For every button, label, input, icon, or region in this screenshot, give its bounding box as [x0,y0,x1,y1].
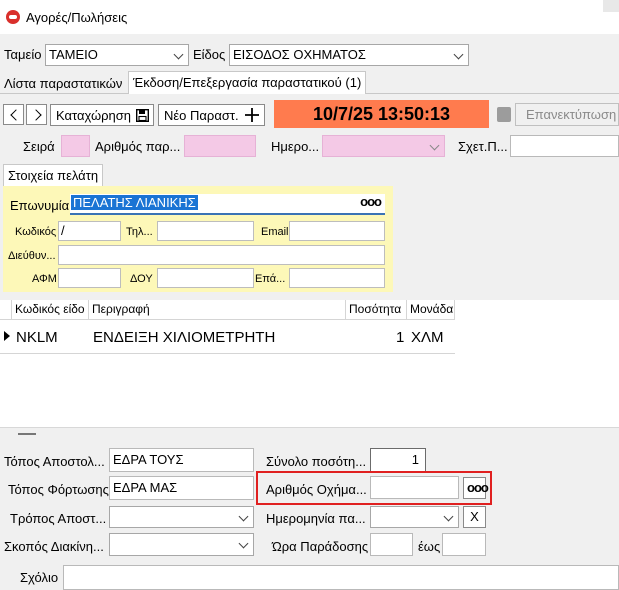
new-document-button[interactable]: Νέο Παραστ. [158,104,265,126]
print-icon [497,107,511,122]
topos-fortosis-label: Τόπος Φόρτωσης [8,482,109,497]
tilefono-label: Τηλ... [126,226,153,238]
save-icon [136,109,149,122]
skopos-label: Σκοπός Διακίνη... [4,539,104,554]
next-button[interactable] [26,104,47,125]
topos-apostolis-value: ΕΔΡΑ ΤΟΥΣ [113,452,184,467]
dieuthynsi-label: Διεύθυν... [8,250,56,262]
new-document-label: Νέο Παραστ. [164,108,239,123]
tameio-select[interactable]: ΤΑΜΕΙΟ [45,44,189,66]
chevron-down-icon [238,538,249,549]
topos-fortosis-value: ΕΔΡΑ ΜΑΣ [113,480,178,495]
arithmos-field[interactable] [184,135,256,157]
grid-header-unit[interactable]: Μονάδα [407,300,455,320]
sxetiko-label: Σχετ.Π... [458,139,508,154]
title-bar-strip [603,0,619,12]
eos-label: έως [418,539,441,554]
ora-apo-field[interactable] [370,533,413,556]
row-unit: ΧΛΜ [411,329,444,346]
seira-field[interactable] [61,135,90,157]
chevron-down-icon [429,140,440,151]
tilefono-field[interactable] [157,221,254,241]
seira-label: Σειρά [23,139,55,154]
kodikos-value: / [61,223,65,238]
imerominia-paradosis-label: Ημερομηνία πα... [266,511,366,526]
more-icon: ooo [467,480,489,495]
synolo-value: 1 [411,452,419,467]
kodikos-label: Κωδικός [15,226,57,238]
more-icon[interactable]: ooo [360,194,382,209]
table-row[interactable]: NKLM ΕΝΔΕΙΞΗ ΧΙΛΙΟΜΕΤΡΗΤΗ 1 ΧΛΜ [0,320,455,354]
arithmos-oximatos-lookup-button[interactable]: ooo [463,477,489,499]
tameio-value: ΤΑΜΕΙΟ [49,47,98,62]
previous-button[interactable] [3,104,24,125]
imerominia-picker[interactable] [322,135,445,157]
doy-field[interactable] [157,268,254,288]
synolo-field: 1 [370,448,426,472]
topos-apostolis-field[interactable]: ΕΔΡΑ ΤΟΥΣ [109,448,254,472]
afm-field[interactable] [58,268,121,288]
synolo-label: Σύνολο ποσότη... [266,454,367,469]
chevron-down-icon [443,511,454,522]
row-pointer-icon [4,331,10,341]
grid-header-code[interactable]: Κωδικός είδο [12,300,89,320]
epaggelma-label: Επά... [255,273,286,285]
clear-date-button[interactable]: X [463,506,486,528]
save-label: Καταχώρηση [56,108,131,123]
grid-header: Κωδικός είδο Περιγραφή Ποσότητα Μονάδα [0,300,455,320]
doy-label: ΔΟΥ [130,273,153,285]
grid-header-description[interactable]: Περιγραφή [89,300,346,320]
email-label: Email [261,226,289,238]
eponymia-value: ΠΕΛΑΤΗΣ ΛΙΑΝΙΚΗΣ [71,195,198,210]
arithmos-oximatos-field[interactable] [370,476,459,499]
row-description: ΕΝΔΕΙΞΗ ΧΙΛΙΟΜΕΤΡΗΤΗ [93,329,276,346]
datetime-display: 10/7/25 13:50:13 [274,100,489,128]
panel-splitter[interactable] [0,427,619,444]
splitter-grip[interactable] [18,433,36,435]
tropos-apostolis-select[interactable] [109,506,254,528]
sxolio-field[interactable] [63,565,619,590]
tab-document-list[interactable]: Λίστα παραστατικών [0,73,126,94]
plus-icon [245,108,259,122]
topos-fortosis-field[interactable]: ΕΔΡΑ ΜΑΣ [109,476,254,500]
dieuthynsi-field[interactable] [58,245,385,265]
tropos-apostolis-label: Τρόπος Αποστ... [10,511,107,526]
ora-paradosis-label: Ώρα Παράδοσης [272,539,369,554]
tab-document-edit[interactable]: Έκδοση/Επεξεργασία παραστατικού (1) [128,71,367,94]
eponymia-label: Επωνυμία [10,198,70,213]
tameio-label: Ταμείο [4,47,42,62]
row-quantity: 1 [396,329,405,346]
grid-header-indicator [0,300,12,320]
arithmos-label: Αριθμός παρ... [95,139,181,154]
window-title: Αγορές/Πωλήσεις [26,10,128,25]
sxetiko-field[interactable] [510,135,619,157]
eidos-label: Είδος [193,47,226,62]
arithmos-oximatos-label: Αριθμός Οχήμα... [266,482,367,497]
app-icon [6,10,20,24]
tab-customer-info[interactable]: Στοιχεία πελάτη [3,164,104,187]
reprint-button[interactable]: Επανεκτύπωση [515,103,619,126]
afm-label: ΑΦΜ [32,273,57,285]
kodikos-field[interactable]: / [58,221,121,241]
epaggelma-field[interactable] [289,268,385,288]
eidos-select[interactable]: ΕΙΣΟΔΟΣ ΟΧΗΜΑΤΟΣ [229,44,469,66]
eponymia-field[interactable]: ΠΕΛΑΤΗΣ ΛΙΑΝΙΚΗΣ ooo [70,194,385,215]
ora-eos-field[interactable] [442,533,486,556]
sxolio-label: Σχόλιο [20,570,59,585]
chevron-down-icon [173,49,184,60]
imerominia-paradosis-picker[interactable] [370,506,459,528]
email-field[interactable] [289,221,385,241]
eidos-value: ΕΙΣΟΔΟΣ ΟΧΗΜΑΤΟΣ [233,47,366,62]
save-button[interactable]: Καταχώρηση [50,104,154,126]
imerominia-label: Ημερο... [271,139,320,154]
topos-apostolis-label: Τόπος Αποστολ... [4,454,105,469]
grid-header-quantity[interactable]: Ποσότητα [346,300,407,320]
chevron-down-icon [238,511,249,522]
row-code: NKLM [16,329,58,346]
chevron-down-icon [453,49,464,60]
skopos-select[interactable] [109,533,254,556]
